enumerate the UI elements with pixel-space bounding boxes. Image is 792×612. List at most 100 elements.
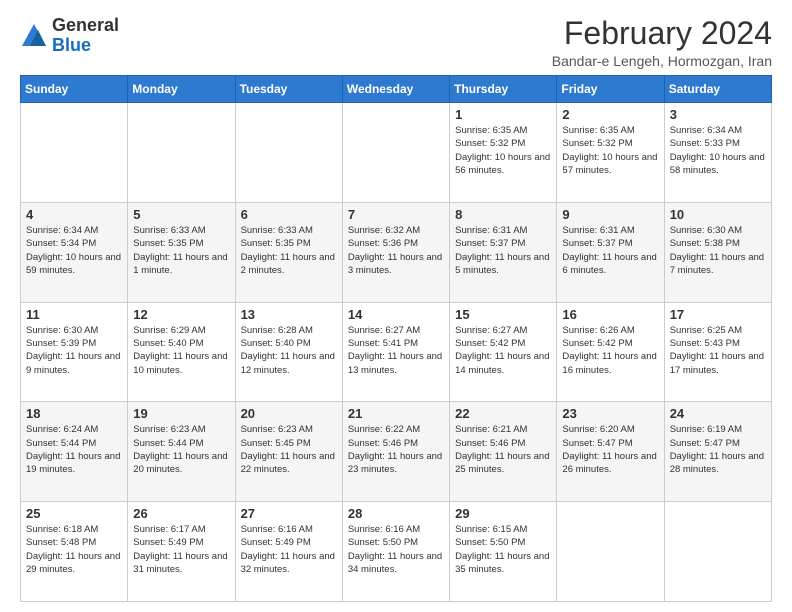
day-cell: 2 Sunrise: 6:35 AM Sunset: 5:32 PM Daylig… <box>557 103 664 203</box>
day-info: Sunrise: 6:18 AM Sunset: 5:48 PM Dayligh… <box>26 523 122 576</box>
day-cell <box>235 103 342 203</box>
day-number: 9 <box>562 207 658 222</box>
week-row-1: 4 Sunrise: 6:34 AM Sunset: 5:34 PM Daylig… <box>21 202 772 302</box>
day-info: Sunrise: 6:15 AM Sunset: 5:50 PM Dayligh… <box>455 523 551 576</box>
logo: General Blue <box>20 16 119 56</box>
day-cell: 20 Sunrise: 6:23 AM Sunset: 5:45 PM Dayli… <box>235 402 342 502</box>
day-info: Sunrise: 6:32 AM Sunset: 5:36 PM Dayligh… <box>348 224 444 277</box>
day-info: Sunrise: 6:30 AM Sunset: 5:38 PM Dayligh… <box>670 224 766 277</box>
day-cell <box>128 103 235 203</box>
col-header-saturday: Saturday <box>664 76 771 103</box>
day-info: Sunrise: 6:23 AM Sunset: 5:44 PM Dayligh… <box>133 423 229 476</box>
day-info: Sunrise: 6:28 AM Sunset: 5:40 PM Dayligh… <box>241 324 337 377</box>
day-info: Sunrise: 6:21 AM Sunset: 5:46 PM Dayligh… <box>455 423 551 476</box>
col-header-friday: Friday <box>557 76 664 103</box>
day-number: 16 <box>562 307 658 322</box>
header: General Blue February 2024 Bandar-e Leng… <box>20 16 772 69</box>
col-header-wednesday: Wednesday <box>342 76 449 103</box>
day-info: Sunrise: 6:30 AM Sunset: 5:39 PM Dayligh… <box>26 324 122 377</box>
day-cell: 25Sunrise: 6:18 AM Sunset: 5:48 PM Dayli… <box>21 502 128 602</box>
day-cell <box>664 502 771 602</box>
day-cell: 18 Sunrise: 6:24 AM Sunset: 5:44 PM Dayli… <box>21 402 128 502</box>
day-cell: 28 Sunrise: 6:16 AM Sunset: 5:50 PM Dayli… <box>342 502 449 602</box>
day-number: 3 <box>670 107 766 122</box>
day-info: Sunrise: 6:34 AM Sunset: 5:34 PM Dayligh… <box>26 224 122 277</box>
day-info: Sunrise: 6:25 AM Sunset: 5:43 PM Dayligh… <box>670 324 766 377</box>
day-info: Sunrise: 6:33 AM Sunset: 5:35 PM Dayligh… <box>133 224 229 277</box>
day-cell: 22 Sunrise: 6:21 AM Sunset: 5:46 PM Dayli… <box>450 402 557 502</box>
day-cell <box>342 103 449 203</box>
week-row-4: 25Sunrise: 6:18 AM Sunset: 5:48 PM Dayli… <box>21 502 772 602</box>
day-cell: 17 Sunrise: 6:25 AM Sunset: 5:43 PM Dayli… <box>664 302 771 402</box>
day-cell: 9Sunrise: 6:31 AM Sunset: 5:37 PM Daylig… <box>557 202 664 302</box>
day-info: Sunrise: 6:35 AM Sunset: 5:32 PM Dayligh… <box>455 124 551 177</box>
day-number: 14 <box>348 307 444 322</box>
day-cell: 4 Sunrise: 6:34 AM Sunset: 5:34 PM Daylig… <box>21 202 128 302</box>
day-info: Sunrise: 6:23 AM Sunset: 5:45 PM Dayligh… <box>241 423 337 476</box>
calendar-header-row: SundayMondayTuesdayWednesdayThursdayFrid… <box>21 76 772 103</box>
day-number: 28 <box>348 506 444 521</box>
day-number: 24 <box>670 406 766 421</box>
day-number: 8 <box>455 207 551 222</box>
day-info: Sunrise: 6:31 AM Sunset: 5:37 PM Dayligh… <box>455 224 551 277</box>
week-row-0: 1Sunrise: 6:35 AM Sunset: 5:32 PM Daylig… <box>21 103 772 203</box>
day-number: 19 <box>133 406 229 421</box>
day-cell: 24Sunrise: 6:19 AM Sunset: 5:47 PM Dayli… <box>664 402 771 502</box>
day-cell: 10 Sunrise: 6:30 AM Sunset: 5:38 PM Dayli… <box>664 202 771 302</box>
day-number: 10 <box>670 207 766 222</box>
day-cell: 15Sunrise: 6:27 AM Sunset: 5:42 PM Dayli… <box>450 302 557 402</box>
day-cell <box>21 103 128 203</box>
day-info: Sunrise: 6:17 AM Sunset: 5:49 PM Dayligh… <box>133 523 229 576</box>
month-title: February 2024 <box>552 16 772 51</box>
day-cell: 8 Sunrise: 6:31 AM Sunset: 5:37 PM Daylig… <box>450 202 557 302</box>
col-header-thursday: Thursday <box>450 76 557 103</box>
day-number: 4 <box>26 207 122 222</box>
title-block: February 2024 Bandar-e Lengeh, Hormozgan… <box>552 16 772 69</box>
logo-general: General <box>52 15 119 35</box>
day-info: Sunrise: 6:27 AM Sunset: 5:41 PM Dayligh… <box>348 324 444 377</box>
day-number: 12 <box>133 307 229 322</box>
day-number: 22 <box>455 406 551 421</box>
day-info: Sunrise: 6:33 AM Sunset: 5:35 PM Dayligh… <box>241 224 337 277</box>
day-number: 26 <box>133 506 229 521</box>
day-number: 13 <box>241 307 337 322</box>
day-cell: 1Sunrise: 6:35 AM Sunset: 5:32 PM Daylig… <box>450 103 557 203</box>
day-cell: 12 Sunrise: 6:29 AM Sunset: 5:40 PM Dayli… <box>128 302 235 402</box>
day-number: 23 <box>562 406 658 421</box>
day-info: Sunrise: 6:20 AM Sunset: 5:47 PM Dayligh… <box>562 423 658 476</box>
day-number: 18 <box>26 406 122 421</box>
day-cell: 19 Sunrise: 6:23 AM Sunset: 5:44 PM Dayli… <box>128 402 235 502</box>
col-header-tuesday: Tuesday <box>235 76 342 103</box>
day-number: 2 <box>562 107 658 122</box>
day-cell <box>557 502 664 602</box>
day-info: Sunrise: 6:24 AM Sunset: 5:44 PM Dayligh… <box>26 423 122 476</box>
day-cell: 16 Sunrise: 6:26 AM Sunset: 5:42 PM Dayli… <box>557 302 664 402</box>
day-info: Sunrise: 6:16 AM Sunset: 5:50 PM Dayligh… <box>348 523 444 576</box>
day-number: 21 <box>348 406 444 421</box>
day-number: 20 <box>241 406 337 421</box>
day-number: 15 <box>455 307 551 322</box>
day-number: 5 <box>133 207 229 222</box>
day-cell: 11 Sunrise: 6:30 AM Sunset: 5:39 PM Dayli… <box>21 302 128 402</box>
day-number: 11 <box>26 307 122 322</box>
location: Bandar-e Lengeh, Hormozgan, Iran <box>552 53 772 69</box>
day-number: 7 <box>348 207 444 222</box>
day-info: Sunrise: 6:34 AM Sunset: 5:33 PM Dayligh… <box>670 124 766 177</box>
col-header-monday: Monday <box>128 76 235 103</box>
day-cell: 5 Sunrise: 6:33 AM Sunset: 5:35 PM Daylig… <box>128 202 235 302</box>
day-cell: 27Sunrise: 6:16 AM Sunset: 5:49 PM Dayli… <box>235 502 342 602</box>
day-cell: 7 Sunrise: 6:32 AM Sunset: 5:36 PM Daylig… <box>342 202 449 302</box>
day-info: Sunrise: 6:26 AM Sunset: 5:42 PM Dayligh… <box>562 324 658 377</box>
day-info: Sunrise: 6:16 AM Sunset: 5:49 PM Dayligh… <box>241 523 337 576</box>
day-info: Sunrise: 6:35 AM Sunset: 5:32 PM Dayligh… <box>562 124 658 177</box>
day-info: Sunrise: 6:29 AM Sunset: 5:40 PM Dayligh… <box>133 324 229 377</box>
logo-icon <box>20 22 48 50</box>
week-row-3: 18 Sunrise: 6:24 AM Sunset: 5:44 PM Dayli… <box>21 402 772 502</box>
day-number: 29 <box>455 506 551 521</box>
day-cell: 14 Sunrise: 6:27 AM Sunset: 5:41 PM Dayli… <box>342 302 449 402</box>
day-cell: 23 Sunrise: 6:20 AM Sunset: 5:47 PM Dayli… <box>557 402 664 502</box>
day-number: 17 <box>670 307 766 322</box>
page: General Blue February 2024 Bandar-e Leng… <box>0 0 792 612</box>
day-cell: 13 Sunrise: 6:28 AM Sunset: 5:40 PM Dayli… <box>235 302 342 402</box>
day-number: 6 <box>241 207 337 222</box>
